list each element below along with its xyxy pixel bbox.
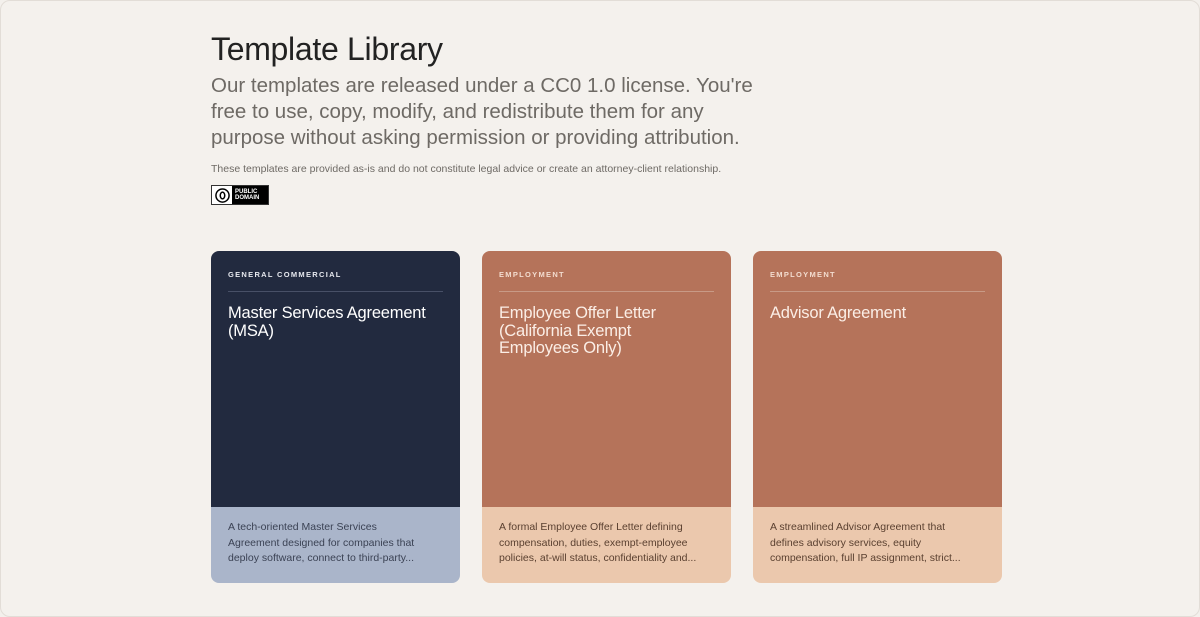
- card-title: Master Services Agreement (MSA): [228, 304, 426, 340]
- card-description: A formal Employee Offer Letter defining …: [482, 507, 731, 583]
- cc-zero-icon: [212, 186, 232, 204]
- template-card-offer-letter[interactable]: EMPLOYMENT Employee Offer Letter (Califo…: [482, 251, 731, 583]
- card-description-line: A streamlined Advisor Agreement that: [770, 521, 946, 533]
- card-description: A tech-oriented Master Services Agreemen…: [211, 507, 460, 583]
- card-category: GENERAL COMMERCIAL: [228, 270, 443, 292]
- license-intro: Our templates are released under a CC0 1…: [211, 74, 753, 149]
- card-category: EMPLOYMENT: [770, 270, 985, 292]
- card-description-line: A formal Employee Offer Letter defining: [499, 521, 683, 533]
- card-description-line: A tech-oriented Master Services: [228, 521, 377, 533]
- card-description-line: Agreement designed for companies that: [228, 536, 415, 549]
- card-description-line: policies, at-will status, confidentialit…: [499, 552, 697, 564]
- library-header: Template Library Our templates are relea…: [211, 29, 1001, 208]
- public-domain-badge[interactable]: PUBLIC DOMAIN: [211, 185, 269, 205]
- card-header: EMPLOYMENT Employee Offer Letter (Califo…: [482, 251, 731, 507]
- card-title: Employee Offer Letter (California Exempt…: [499, 304, 656, 357]
- badge-line-2: DOMAIN: [235, 195, 260, 201]
- template-card-msa[interactable]: GENERAL COMMERCIAL Master Services Agree…: [211, 251, 460, 583]
- page: Template Library Our templates are relea…: [0, 0, 1200, 617]
- template-cards: GENERAL COMMERCIAL Master Services Agree…: [211, 251, 1002, 583]
- card-description-line: compensation, duties, exempt-employee: [499, 536, 688, 549]
- badge-line-1: PUBLIC: [235, 188, 258, 195]
- card-category: EMPLOYMENT: [499, 270, 714, 292]
- badge-text: PUBLIC DOMAIN: [232, 189, 259, 202]
- legal-disclaimer: These templates are provided as-is and d…: [211, 163, 722, 175]
- card-description: A streamlined Advisor Agreement that def…: [753, 507, 1002, 583]
- page-title: Template Library: [211, 31, 443, 67]
- card-header: GENERAL COMMERCIAL Master Services Agree…: [211, 251, 460, 507]
- card-description-line: defines advisory services, equity: [770, 536, 922, 549]
- card-description-line: compensation, full IP assignment, strict…: [770, 552, 961, 564]
- card-description-line: deploy software, connect to third-party.…: [228, 552, 414, 564]
- card-header: EMPLOYMENT Advisor Agreement: [753, 251, 1002, 507]
- template-card-advisor-agreement[interactable]: EMPLOYMENT Advisor Agreement A streamlin…: [753, 251, 1002, 583]
- card-title: Advisor Agreement: [770, 304, 907, 322]
